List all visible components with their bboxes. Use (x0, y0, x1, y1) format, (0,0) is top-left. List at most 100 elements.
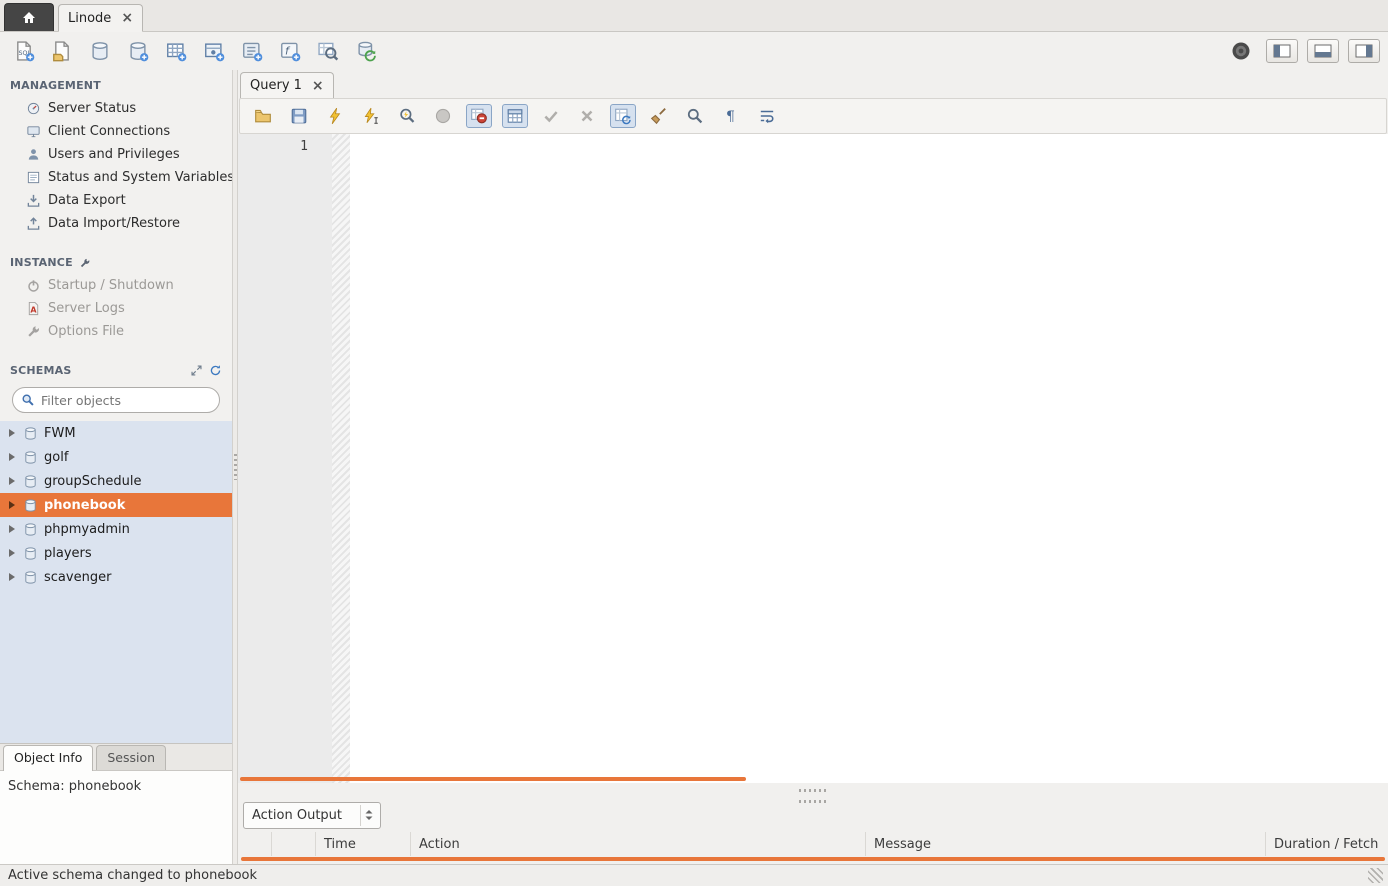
expander-icon[interactable] (7, 428, 17, 438)
sidebar-item-server-status[interactable]: Server Status (0, 97, 232, 120)
server-logs-icon: A (26, 301, 41, 316)
find-button[interactable] (682, 104, 708, 128)
sidebar-item-data-import[interactable]: Data Import/Restore (0, 212, 232, 235)
new-function-icon: f (279, 40, 301, 62)
connection-tab-label: Linode (68, 11, 111, 26)
code-area[interactable] (350, 134, 1388, 783)
autocommit-toggle[interactable] (610, 104, 636, 128)
options-wrench-icon (26, 324, 41, 339)
sidebar-item-label: Client Connections (48, 124, 170, 139)
toggle-bottom-panel-button[interactable] (1307, 39, 1339, 63)
sidebar-item-options-file[interactable]: Options File (0, 320, 232, 343)
tab-object-info[interactable]: Object Info (3, 745, 93, 771)
stop-button[interactable] (430, 104, 456, 128)
new-schema-button[interactable] (122, 37, 154, 65)
new-function-button[interactable]: f (274, 37, 306, 65)
new-procedure-icon (241, 40, 263, 62)
expander-icon[interactable] (7, 476, 17, 486)
refresh-schemas-icon[interactable] (209, 364, 222, 377)
expander-icon[interactable] (7, 572, 17, 582)
expander-icon[interactable] (7, 500, 17, 510)
sql-editor-area: Query 1 × (238, 70, 1388, 864)
sidebar-item-server-logs[interactable]: A Server Logs (0, 297, 232, 320)
new-procedure-button[interactable] (236, 37, 268, 65)
object-info-panel: Schema: phonebook (0, 770, 232, 864)
output-grid-header: Time Action Message Duration / Fetch (238, 832, 1388, 856)
filter-objects-input[interactable] (41, 393, 211, 408)
explain-button[interactable] (394, 104, 420, 128)
reconnect-dbms-button[interactable] (350, 37, 382, 65)
user-icon (26, 147, 41, 162)
schema-row-phonebook[interactable]: phonebook (0, 493, 232, 517)
home-tab[interactable] (4, 3, 54, 31)
sidebar-item-client-connections[interactable]: Client Connections (0, 120, 232, 143)
new-sql-tab-icon: SQL (13, 40, 35, 62)
limit-rows-toggle[interactable] (502, 104, 528, 128)
new-table-button[interactable] (160, 37, 192, 65)
output-splitter[interactable] (238, 783, 1388, 798)
commit-button[interactable] (538, 104, 564, 128)
new-sql-tab-button[interactable]: SQL (8, 37, 40, 65)
output-view-select[interactable]: Action Output (243, 802, 381, 829)
status-bar: Active schema changed to phonebook (0, 864, 1388, 886)
splitter-grip (799, 800, 827, 803)
schemas-section-title: SCHEMAS (0, 355, 232, 382)
schema-row-golf[interactable]: golf (0, 445, 232, 469)
execute-current-button[interactable] (358, 104, 384, 128)
panel-right-icon (1355, 44, 1373, 58)
combo-stepper-icon[interactable] (360, 805, 377, 826)
stop-on-error-toggle[interactable] (466, 104, 492, 128)
open-script-button[interactable] (250, 104, 276, 128)
explain-icon (398, 107, 416, 125)
find-icon (686, 107, 704, 125)
schema-row-fwm[interactable]: FWM (0, 421, 232, 445)
toggle-left-sidebar-button[interactable] (1266, 39, 1298, 63)
resize-grip-icon[interactable] (1368, 868, 1383, 883)
beautify-button[interactable] (646, 104, 672, 128)
execute-current-icon (362, 107, 380, 125)
tab-query-1[interactable]: Query 1 × (240, 72, 334, 98)
tab-session[interactable]: Session (96, 745, 166, 770)
invisible-characters-toggle[interactable]: ¶ (718, 104, 744, 128)
search-table-data-button[interactable] (312, 37, 344, 65)
schema-row-players[interactable]: players (0, 541, 232, 565)
execute-statement-button[interactable] (322, 104, 348, 128)
sql-editor-toolbar: ¶ (239, 98, 1387, 134)
schema-row-phpmyadmin[interactable]: phpmyadmin (0, 517, 232, 541)
power-icon (26, 278, 41, 293)
rollback-button[interactable] (574, 104, 600, 128)
schema-row-groupschedule[interactable]: groupSchedule (0, 469, 232, 493)
connection-tab[interactable]: Linode × (58, 4, 143, 32)
sidebar-item-label: Data Import/Restore (48, 216, 180, 231)
autocommit-icon (614, 107, 632, 125)
save-script-button[interactable] (286, 104, 312, 128)
expander-icon[interactable] (7, 548, 17, 558)
toggle-right-sidebar-button[interactable] (1348, 39, 1380, 63)
close-icon[interactable]: × (312, 79, 324, 93)
new-connection-button[interactable] (84, 37, 116, 65)
sidebar-item-data-export[interactable]: Data Export (0, 189, 232, 212)
sql-editor[interactable]: 1 (238, 134, 1388, 783)
schema-icon (23, 546, 38, 561)
output-horizontal-scrollbar[interactable] (241, 857, 1385, 861)
open-sql-script-button[interactable] (46, 37, 78, 65)
expander-icon[interactable] (7, 452, 17, 462)
panel-left-icon (1273, 44, 1291, 58)
schema-label: scavenger (44, 570, 111, 585)
expander-icon[interactable] (7, 524, 17, 534)
wrap-text-toggle[interactable] (754, 104, 780, 128)
expand-schemas-icon[interactable] (190, 364, 203, 377)
code-fold-margin (332, 134, 350, 783)
close-icon[interactable]: × (121, 11, 133, 25)
sidebar-item-users-privileges[interactable]: Users and Privileges (0, 143, 232, 166)
schema-label: phpmyadmin (44, 522, 130, 537)
editor-horizontal-scrollbar[interactable] (240, 777, 746, 781)
new-view-button[interactable] (198, 37, 230, 65)
schema-label: FWM (44, 426, 76, 441)
schema-icon (23, 450, 38, 465)
schema-row-scavenger[interactable]: scavenger (0, 565, 232, 589)
sidebar-item-startup-shutdown[interactable]: Startup / Shutdown (0, 274, 232, 297)
svg-text:¶: ¶ (726, 109, 735, 125)
open-file-icon (254, 107, 272, 125)
sidebar-item-status-variables[interactable]: Status and System Variables (0, 166, 232, 189)
